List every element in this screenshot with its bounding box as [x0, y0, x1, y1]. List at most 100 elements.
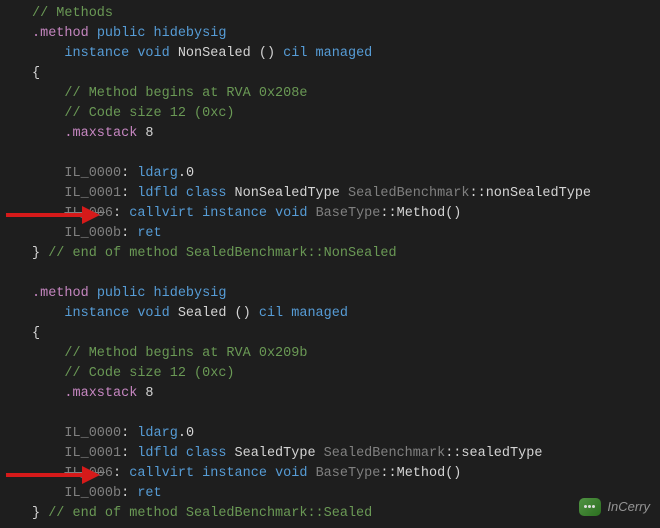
code-token: SealedBenchmark — [324, 446, 446, 461]
code-token: NonSealed () — [178, 46, 283, 61]
code-token: .method — [32, 26, 97, 41]
code-token: IL_0000 — [64, 426, 121, 441]
code-token — [32, 266, 40, 281]
code-token — [32, 346, 64, 361]
code-line: IL_0000: ldarg.0 — [32, 424, 660, 444]
code-token: instance void — [64, 306, 177, 321]
code-token: ldarg — [137, 426, 178, 441]
code-token: ::nonSealedType — [470, 186, 592, 201]
code-line: // Method begins at RVA 0x208e — [32, 84, 660, 104]
code-viewer: // Methods .method public hidebysig insta… — [0, 0, 660, 528]
code-token — [32, 446, 64, 461]
code-token: NonSealedType — [235, 186, 348, 201]
code-line — [32, 404, 660, 424]
code-token: } — [32, 506, 48, 521]
code-token: // end of method SealedBenchmark::NonSea… — [48, 246, 396, 261]
code-token: : — [121, 486, 137, 501]
code-token: BaseType — [316, 466, 381, 481]
code-token — [32, 126, 64, 141]
code-token: { — [32, 66, 40, 81]
code-token: 6 — [105, 206, 113, 221]
watermark-text: InCerry — [607, 497, 650, 517]
code-line: // Methods — [32, 4, 660, 24]
code-token: IL_000b — [64, 226, 121, 241]
code-token: ret — [137, 486, 161, 501]
code-token: ldfld class — [137, 186, 234, 201]
code-token: .0 — [178, 426, 194, 441]
code-token: ::sealedType — [445, 446, 542, 461]
code-token: cil managed — [283, 46, 372, 61]
code-token: SealedType — [235, 446, 324, 461]
code-token: IL_0001 — [64, 186, 121, 201]
code-token: 8 — [145, 126, 153, 141]
code-token: cil managed — [259, 306, 348, 321]
code-token: Sealed () — [178, 306, 259, 321]
code-token — [32, 226, 64, 241]
code-line: { — [32, 324, 660, 344]
code-token: SealedBenchmark — [348, 186, 470, 201]
code-line: .method public hidebysig — [32, 24, 660, 44]
code-token: ldarg — [137, 166, 178, 181]
code-token — [32, 386, 64, 401]
code-token: 6 — [105, 466, 113, 481]
code-token: ldfld class — [137, 446, 234, 461]
code-token — [32, 186, 64, 201]
code-token: // Method begins at RVA 0x209b — [64, 346, 307, 361]
code-line: IL_0001: ldfld class SealedType SealedBe… — [32, 444, 660, 464]
wechat-icon — [579, 498, 601, 516]
code-token: // Code size 12 (0xc) — [64, 106, 234, 121]
code-line — [32, 144, 660, 164]
watermark: InCerry — [579, 497, 650, 517]
code-token: // Method begins at RVA 0x208e — [64, 86, 307, 101]
code-line: instance void Sealed () cil managed — [32, 304, 660, 324]
code-token: // Methods — [32, 6, 113, 21]
code-token: .0 — [178, 166, 194, 181]
code-token: : — [121, 426, 137, 441]
code-token: // Code size 12 (0xc) — [64, 366, 234, 381]
code-token: ::Method() — [380, 466, 461, 481]
code-token: instance void — [202, 466, 315, 481]
code-token: : — [113, 466, 129, 481]
code-token: ::Method() — [380, 206, 461, 221]
code-token: : — [113, 206, 129, 221]
code-line: IL_0001: ldfld class NonSealedType Seale… — [32, 184, 660, 204]
code-token — [32, 106, 64, 121]
annotation-arrow — [6, 208, 100, 222]
code-token: .maxstack — [64, 386, 145, 401]
code-line: IL_0000: ldarg.0 — [32, 164, 660, 184]
annotation-arrow — [6, 468, 100, 482]
code-token — [32, 306, 64, 321]
code-line: .maxstack 8 — [32, 124, 660, 144]
code-line: // Method begins at RVA 0x209b — [32, 344, 660, 364]
code-line: // Code size 12 (0xc) — [32, 364, 660, 384]
code-line: { — [32, 64, 660, 84]
code-token — [32, 426, 64, 441]
code-token: IL_0000 — [64, 166, 121, 181]
code-line: IL_000b: ret — [32, 484, 660, 504]
code-line: instance void NonSealed () cil managed — [32, 44, 660, 64]
code-token: BaseType — [316, 206, 381, 221]
code-token — [32, 86, 64, 101]
code-token: : — [121, 186, 137, 201]
code-token: .method — [32, 286, 97, 301]
code-token: IL_000b — [64, 486, 121, 501]
code-token — [32, 166, 64, 181]
code-token — [32, 46, 64, 61]
code-token — [32, 406, 40, 421]
code-line: } // end of method SealedBenchmark::Seal… — [32, 504, 660, 524]
code-token — [32, 486, 64, 501]
code-token — [32, 366, 64, 381]
code-token: callvirt — [129, 206, 202, 221]
code-token: ret — [137, 226, 161, 241]
code-token: 8 — [145, 386, 153, 401]
code-line — [32, 264, 660, 284]
code-token: .maxstack — [64, 126, 145, 141]
code-token: : — [121, 226, 137, 241]
code-token: public hidebysig — [97, 26, 227, 41]
code-line: IL_006: callvirt instance void BaseType:… — [32, 204, 660, 224]
code-token — [32, 146, 40, 161]
code-token: : — [121, 446, 137, 461]
code-token: IL_0001 — [64, 446, 121, 461]
code-line: .method public hidebysig — [32, 284, 660, 304]
code-token: callvirt — [129, 466, 202, 481]
